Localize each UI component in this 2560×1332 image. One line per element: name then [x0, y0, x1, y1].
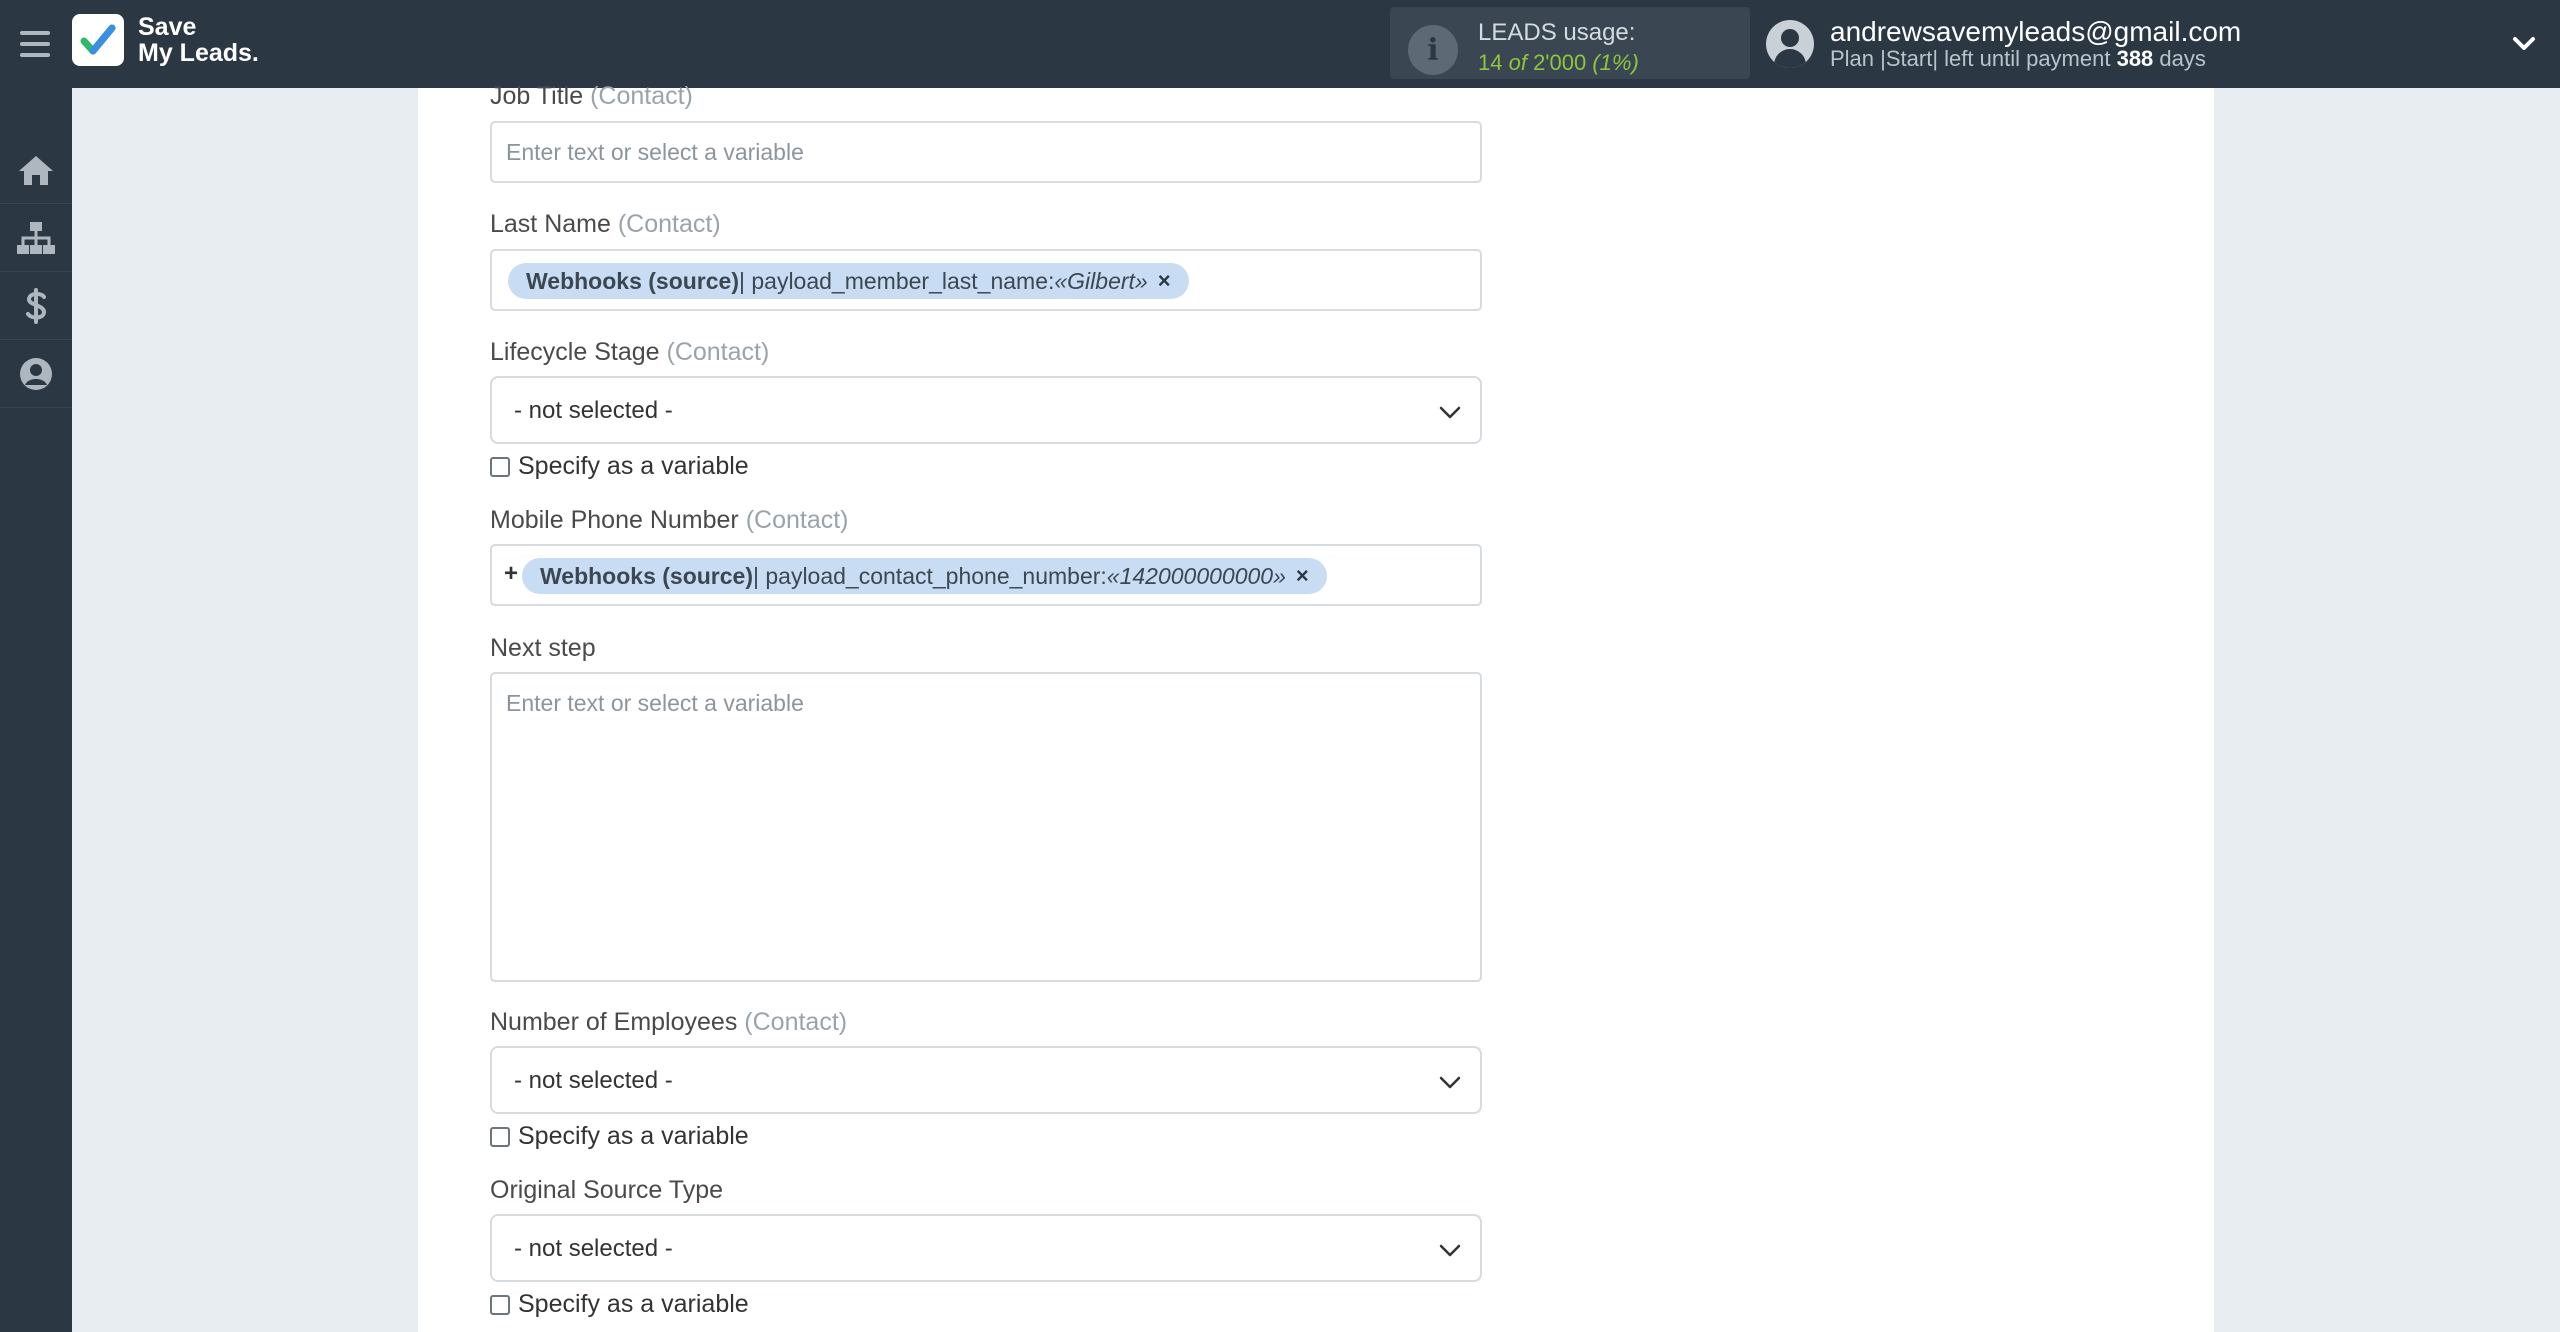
- hamburger-menu-icon[interactable]: [16, 24, 56, 64]
- plan-prefix: Plan |Start| left until payment: [1830, 46, 2117, 71]
- usage-value: 14 of 2'000 (1%): [1478, 50, 1639, 76]
- mobile-phone-scope: (Contact): [745, 506, 849, 534]
- lifecycle-scope: (Contact): [666, 338, 770, 366]
- leads-usage-panel: i LEADS usage: 14 of 2'000 (1%): [1390, 7, 1750, 79]
- brand-line-1: Save: [138, 13, 197, 41]
- checkbox[interactable]: [490, 1294, 510, 1315]
- logo-check-icon: [72, 14, 124, 66]
- tag-value: «Gilbert»: [1054, 267, 1148, 294]
- sidebar: [0, 88, 72, 1332]
- user-icon: [20, 357, 52, 390]
- checkbox[interactable]: [490, 456, 510, 477]
- tag-value: «142000000000»: [1106, 562, 1286, 589]
- lifecycle-stage-value: - not selected -: [514, 397, 673, 424]
- tag-source: Webhooks (source): [526, 267, 739, 294]
- next-step-placeholder: Enter text or select a variable: [506, 690, 804, 716]
- employees-value: - not selected -: [514, 1067, 673, 1094]
- last-name-scope: (Contact): [617, 210, 721, 238]
- usage-percent: (1%): [1586, 50, 1639, 75]
- sidebar-item-profile[interactable]: [0, 340, 72, 408]
- next-step-textarea[interactable]: Enter text or select a variable: [490, 672, 1482, 982]
- employees-scope: (Contact): [744, 1008, 848, 1036]
- tag-field: | payload_member_last_name:: [739, 267, 1055, 294]
- checkbox-label: Specify as a variable: [518, 1122, 749, 1150]
- job-title-scope: (Contact): [590, 82, 693, 110]
- account-plan: Plan |Start| left until payment 388 days: [1830, 46, 2206, 72]
- logo-text: Save My Leads.: [138, 14, 259, 66]
- source-type-value: - not selected -: [514, 1235, 673, 1262]
- top-bar: Save My Leads. i LEADS usage: 14 of 2'00…: [0, 0, 2560, 88]
- employees-label: Number of Employees (Contact): [490, 1008, 847, 1037]
- tag-field: | payload_contact_phone_number:: [753, 562, 1107, 589]
- last-name-input[interactable]: Webhooks (source) | payload_member_last_…: [490, 249, 1482, 311]
- plan-days-suffix: days: [2153, 46, 2206, 71]
- chevron-down-icon[interactable]: [2508, 28, 2540, 60]
- job-title-placeholder: Enter text or select a variable: [506, 139, 804, 165]
- variable-tag: Webhooks (source) | payload_contact_phon…: [522, 558, 1327, 594]
- variable-tag: Webhooks (source) | payload_member_last_…: [508, 263, 1189, 299]
- employees-select[interactable]: - not selected -: [490, 1046, 1482, 1114]
- next-step-label: Next step: [490, 634, 596, 662]
- checkbox[interactable]: [490, 1126, 510, 1147]
- checkbox-label: Specify as a variable: [518, 452, 749, 480]
- lifecycle-variable-checkbox[interactable]: Specify as a variable: [490, 452, 749, 481]
- mobile-phone-input[interactable]: + Webhooks (source) | payload_contact_ph…: [490, 544, 1482, 606]
- sidebar-item-connections[interactable]: [0, 204, 72, 272]
- last-name-label-text: Last Name: [490, 210, 611, 238]
- lifecycle-stage-select[interactable]: - not selected -: [490, 376, 1482, 444]
- phone-prefix: +: [504, 560, 519, 587]
- chevron-down-icon: [1439, 1244, 1461, 1257]
- last-name-label: Last Name (Contact): [490, 210, 721, 239]
- sidebar-item-billing[interactable]: [0, 272, 72, 340]
- sitemap-icon: [17, 221, 55, 254]
- job-title-label: Job Title (Contact): [490, 82, 693, 111]
- lifecycle-stage-label: Lifecycle Stage (Contact): [490, 338, 769, 367]
- account-email: andrewsavemyleads@gmail.com: [1830, 16, 2242, 47]
- logo[interactable]: Save My Leads.: [72, 14, 259, 66]
- main-content: Job Title (Contact) Enter text or select…: [418, 82, 2214, 1332]
- employees-variable-checkbox[interactable]: Specify as a variable: [490, 1122, 749, 1151]
- source-type-label: Original Source Type: [490, 1176, 723, 1204]
- job-title-input[interactable]: Enter text or select a variable: [490, 121, 1482, 183]
- mobile-phone-label-text: Mobile Phone Number: [490, 506, 739, 534]
- dollar-icon: [26, 287, 47, 324]
- remove-tag-icon[interactable]: ×: [1158, 268, 1171, 294]
- job-title-label-text: Job Title: [490, 82, 584, 110]
- usage-used: 14: [1478, 50, 1503, 75]
- source-type-variable-checkbox[interactable]: Specify as a variable: [490, 1290, 749, 1319]
- home-icon: [19, 155, 53, 185]
- usage-of: of: [1502, 50, 1534, 75]
- chevron-down-icon: [1439, 1076, 1461, 1089]
- source-type-select[interactable]: - not selected -: [490, 1214, 1482, 1282]
- plan-days: 388: [2116, 46, 2154, 71]
- mobile-phone-label: Mobile Phone Number (Contact): [490, 506, 849, 535]
- remove-tag-icon[interactable]: ×: [1296, 563, 1309, 589]
- avatar-icon: [1766, 20, 1814, 68]
- employees-label-text: Number of Employees: [490, 1008, 738, 1036]
- sidebar-item-home[interactable]: [0, 136, 72, 204]
- checkbox-label: Specify as a variable: [518, 1290, 749, 1318]
- tag-source: Webhooks (source): [540, 562, 753, 589]
- lifecycle-label-text: Lifecycle Stage: [490, 338, 660, 366]
- usage-total: 2'000: [1533, 50, 1587, 75]
- chevron-down-icon: [1439, 406, 1461, 419]
- brand-line-2: My Leads.: [138, 39, 259, 67]
- usage-title: LEADS usage:: [1478, 19, 1636, 46]
- info-icon: i: [1408, 25, 1458, 75]
